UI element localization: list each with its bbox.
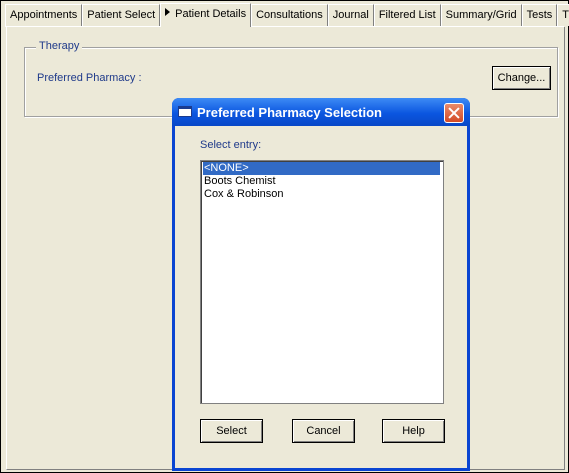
main-window: Appointments Patient Select Patient Deta… [0,0,569,473]
tab-label: Summary/Grid [445,9,517,21]
tab-label: T [562,9,569,21]
tab-label: Consultations [256,9,323,21]
tab-appointments[interactable]: Appointments [5,4,83,26]
tab-patient-select[interactable]: Patient Select [82,4,161,26]
dialog-titlebar[interactable]: Preferred Pharmacy Selection [172,98,470,126]
cancel-button[interactable]: Cancel [292,419,355,443]
pharmacy-listbox[interactable]: <NONE> Boots Chemist Cox & Robinson [200,160,444,404]
dialog-body: Select entry: <NONE> Boots Chemist Cox &… [175,126,467,468]
preferred-pharmacy-dialog: Preferred Pharmacy Selection Select entr… [172,98,470,471]
dialog-title: Preferred Pharmacy Selection [197,105,382,120]
tab-tests[interactable]: Tests [521,4,558,26]
list-item-cox-robinson[interactable]: Cox & Robinson [203,188,440,201]
list-item-none[interactable]: <NONE> [203,162,440,175]
tab-summary-grid[interactable]: Summary/Grid [440,4,522,26]
list-item-boots-chemist[interactable]: Boots Chemist [203,175,440,188]
change-button[interactable]: Change... [492,66,551,90]
close-icon[interactable] [444,103,464,123]
preferred-pharmacy-label: Preferred Pharmacy : [37,72,142,84]
window-icon [178,106,192,117]
active-tab-arrow-icon [165,8,171,16]
tab-filtered-list[interactable]: Filtered List [373,4,441,26]
help-button[interactable]: Help [382,419,445,443]
tab-label: Filtered List [378,9,436,21]
therapy-group-title: Therapy [36,40,83,52]
tab-label: Patient Details [175,8,247,20]
select-entry-label: Select entry: [200,139,262,151]
tab-t[interactable]: T [557,4,569,26]
tab-patient-details[interactable]: Patient Details [160,3,252,27]
tab-label: Tests [526,9,553,21]
tab-strip: Appointments Patient Select Patient Deta… [5,3,569,27]
tab-consultations[interactable]: Consultations [251,4,328,26]
tab-label: Patient Select [87,9,156,21]
tab-journal[interactable]: Journal [327,4,374,26]
select-button[interactable]: Select [200,419,263,443]
tab-label: Journal [332,9,369,21]
tab-label: Appointments [10,9,78,21]
